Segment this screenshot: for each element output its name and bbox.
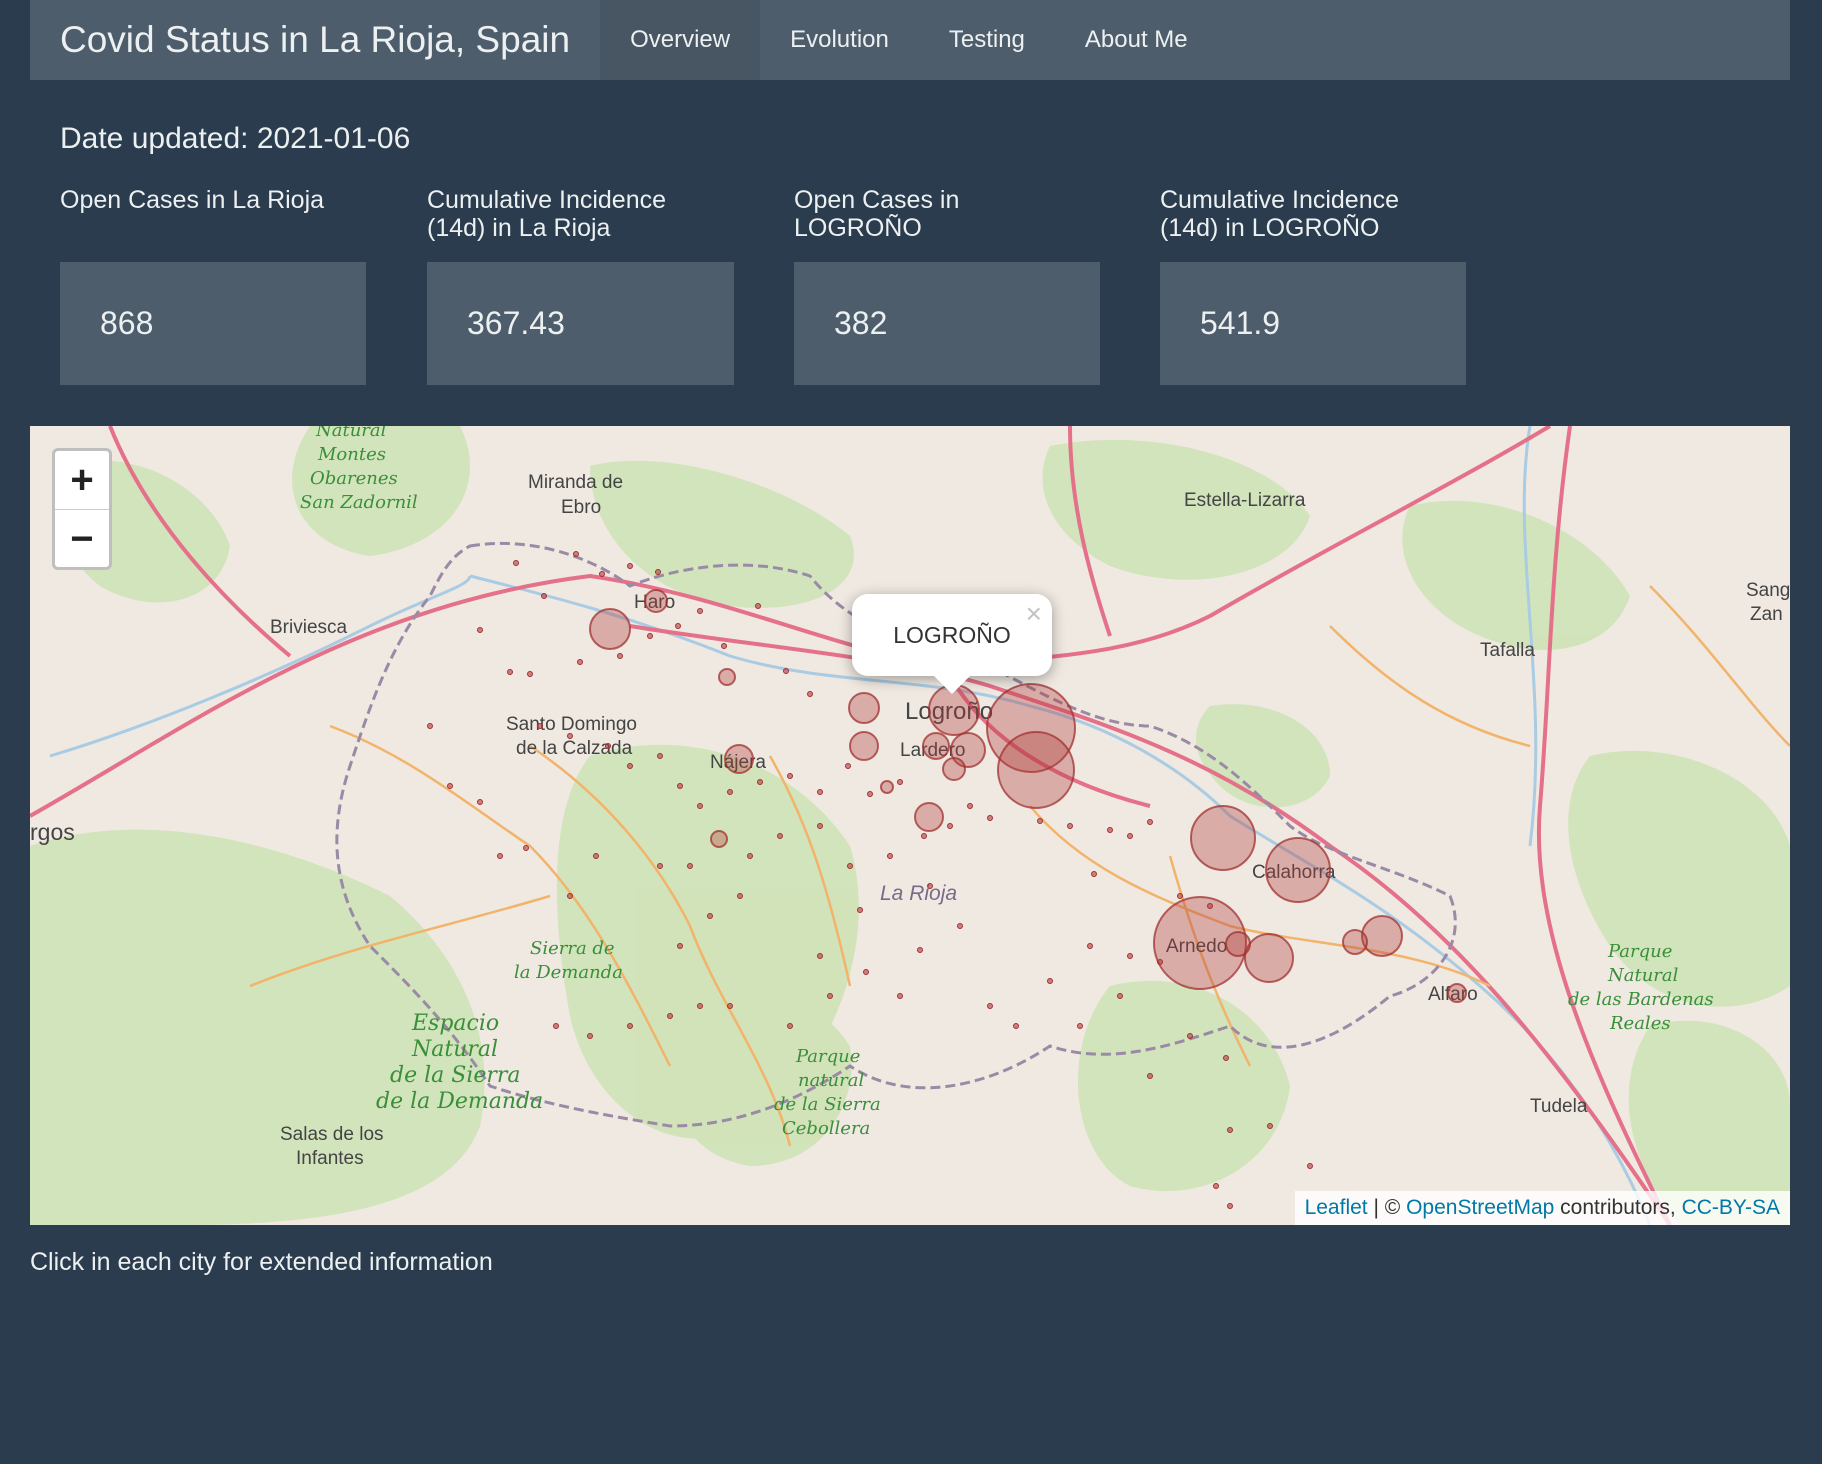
park-label: Obarenes (310, 468, 398, 489)
value-box-label-incidence-logrono: Cumulative Incidence (14d) in LOGROÑO (1160, 186, 1400, 242)
value-box-value: 382 (834, 305, 888, 341)
map-instructions: Click in each city for extended informat… (30, 1248, 493, 1276)
park-label: Natural (1607, 965, 1679, 986)
city-marker[interactable] (997, 731, 1075, 809)
city-marker[interactable] (1342, 929, 1368, 955)
value-box-incidence-logrono: 541.9 (1160, 262, 1466, 385)
park-label: Espacio (411, 1011, 499, 1036)
place-label: de la Calzada (516, 738, 633, 759)
place-label: Miranda de (528, 472, 623, 493)
park-label: de la Sierra (774, 1094, 881, 1115)
city-popup: LOGROÑO × (852, 594, 1052, 694)
tab-testing[interactable]: Testing (919, 0, 1055, 80)
place-label: Zan (1750, 604, 1783, 625)
value-box-value: 868 (100, 305, 154, 341)
place-label: Tafalla (1480, 640, 1535, 661)
park-label: Parque (1607, 941, 1672, 962)
map-attribution: Leaflet | © OpenStreetMap contributors, … (1294, 1191, 1790, 1225)
city-marker[interactable] (914, 802, 944, 832)
value-box-label-open-cases-logrono: Open Cases in LOGROÑO (794, 186, 960, 242)
date-updated: Date updated: 2021-01-06 (60, 122, 411, 155)
value-box-label-open-cases-rioja: Open Cases in La Rioja (60, 186, 325, 214)
city-marker[interactable] (849, 731, 879, 761)
park-label: Natural (315, 426, 387, 441)
attribution-separator: | © (1367, 1196, 1407, 1219)
zoom-control: + − (52, 448, 112, 570)
city-marker[interactable] (1244, 933, 1294, 983)
city-marker[interactable] (1190, 805, 1256, 871)
value-box-incidence-rioja: 367.43 (427, 262, 734, 385)
value-box-open-cases-rioja: 868 (60, 262, 366, 385)
attribution-contributors: contributors, (1554, 1196, 1682, 1219)
park-label: natural (798, 1070, 864, 1091)
city-marker[interactable] (848, 692, 880, 724)
park-label: San Zadornil (300, 492, 418, 513)
map-tiles: Miranda de Ebro Haro Briviesca Santo Dom… (30, 426, 1790, 1225)
tab-evolution[interactable]: Evolution (760, 0, 919, 80)
park-label: Montes (317, 444, 386, 465)
place-label: Ebro (561, 497, 601, 518)
value-box-value: 367.43 (467, 305, 565, 341)
place-label: Santo Domingo (506, 714, 637, 735)
city-marker[interactable] (718, 668, 736, 686)
tab-about-me[interactable]: About Me (1055, 0, 1218, 80)
park-label: Cebollera (782, 1118, 870, 1139)
park-label: Natural (411, 1037, 498, 1062)
park-label: de la Demanda (376, 1089, 543, 1114)
value-box-value: 541.9 (1200, 305, 1281, 341)
city-marker[interactable] (942, 757, 966, 781)
city-marker[interactable] (1265, 837, 1331, 903)
city-marker[interactable] (1361, 915, 1403, 957)
place-label: Infantes (296, 1148, 364, 1169)
place-label: Sang (1746, 580, 1790, 601)
city-marker[interactable] (724, 744, 754, 774)
value-box-label-incidence-rioja: Cumulative Incidence (14d) in La Rioja (427, 186, 667, 242)
park-label: Reales (1609, 1013, 1671, 1034)
popup-tip (932, 674, 972, 694)
place-label: Briviesca (270, 617, 348, 638)
app-title: Covid Status in La Rioja, Spain (60, 19, 571, 60)
place-label: Tudela (1530, 1096, 1588, 1117)
park-label: Sierra de (530, 938, 615, 959)
city-marker[interactable] (644, 589, 668, 613)
place-label: Estella-Lizarra (1184, 490, 1306, 511)
park-label: de la Sierra (390, 1063, 521, 1088)
value-box-open-cases-logrono: 382 (794, 262, 1100, 385)
zoom-out-button[interactable]: − (55, 510, 109, 567)
zoom-in-button[interactable]: + (55, 451, 109, 510)
city-marker[interactable] (1447, 983, 1467, 1003)
place-label: Salas de los (280, 1124, 384, 1145)
city-marker[interactable] (589, 608, 631, 650)
park-label: de las Bardenas (1568, 989, 1714, 1010)
close-icon[interactable]: × (1026, 598, 1042, 630)
place-label: La Rioja (880, 882, 957, 905)
openstreetmap-link[interactable]: OpenStreetMap (1406, 1196, 1554, 1220)
park-label: la Demanda (514, 962, 623, 983)
popup-text: LOGROÑO (893, 621, 1011, 648)
park-label: Parque (795, 1046, 860, 1067)
tab-overview[interactable]: Overview (600, 0, 761, 80)
navbar: Covid Status in La Rioja, Spain Overview… (30, 0, 1790, 80)
license-link[interactable]: CC-BY-SA (1682, 1196, 1780, 1220)
city-marker[interactable] (1225, 931, 1251, 957)
city-marker[interactable] (880, 780, 894, 794)
city-marker[interactable] (710, 830, 728, 848)
leaflet-link[interactable]: Leaflet (1305, 1196, 1368, 1220)
leaflet-map[interactable]: Miranda de Ebro Haro Briviesca Santo Dom… (30, 426, 1790, 1225)
place-label: rgos (30, 819, 75, 845)
city-marker[interactable] (922, 732, 950, 760)
